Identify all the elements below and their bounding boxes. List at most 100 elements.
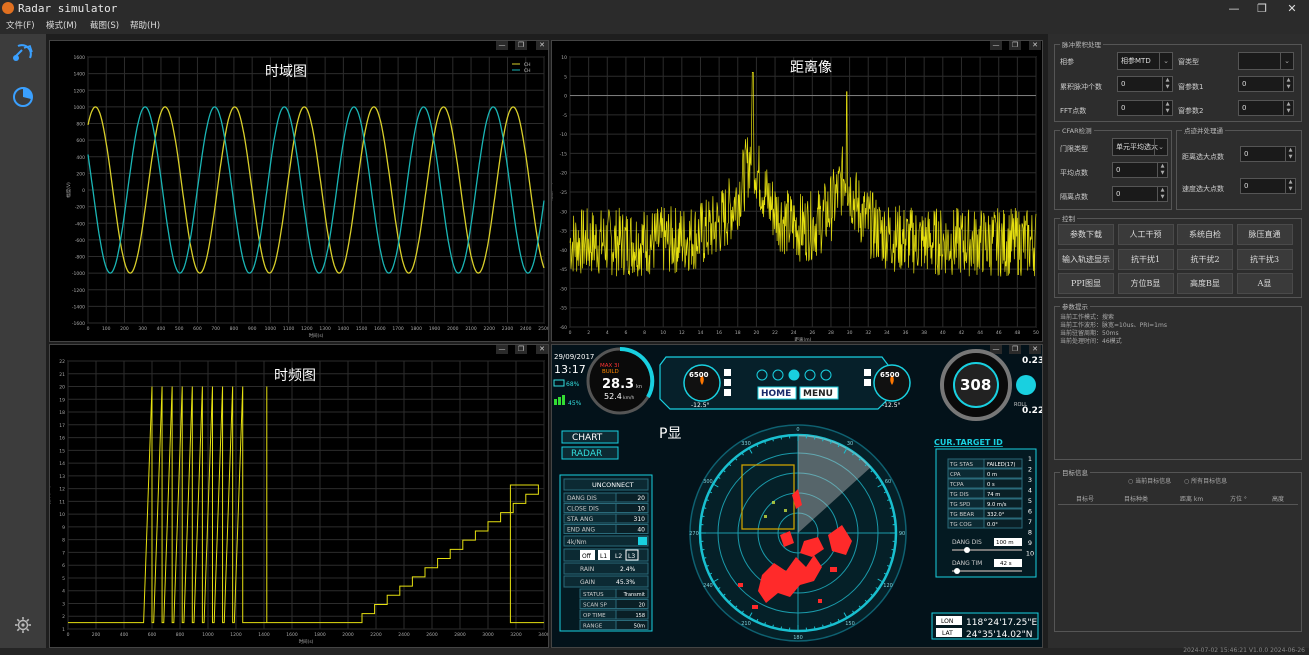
all-target-radio[interactable]: ○ 所有目标信息	[1184, 476, 1227, 485]
spin-arrows-icon[interactable]: ▲ ▼	[1283, 77, 1293, 91]
title-bar: Radar simulator — ❐ ✕	[0, 0, 1309, 18]
panel-close-button[interactable]: ✕	[1029, 41, 1041, 50]
speed-select-spinbox[interactable]: 0 ▲ ▼	[1240, 178, 1296, 194]
target-id[interactable]: 1	[1028, 455, 1032, 463]
panel-minimize-button[interactable]: —	[496, 345, 508, 354]
control-button[interactable]: 参数下载	[1058, 224, 1114, 245]
y-tick-label: -1200	[72, 288, 85, 294]
panel-close-button[interactable]: ✕	[536, 41, 548, 50]
panel-restore-button[interactable]: ❐	[515, 41, 527, 50]
control-button[interactable]: 脉压直通	[1236, 224, 1293, 245]
phase-combo[interactable]: 相参MTD ⌄	[1117, 52, 1173, 70]
control-button[interactable]: PPI图显	[1058, 273, 1114, 294]
y-tick-label: -40	[560, 248, 567, 254]
radar-scope[interactable]: 0 30 60 90 120 150 180 210 240 270 300 330	[689, 424, 907, 642]
col-bearing[interactable]: 方位 °	[1230, 494, 1247, 503]
target-key: TG BEAR	[949, 512, 974, 518]
app-logo-icon	[2, 2, 14, 14]
window-type-combo[interactable]: ⌄	[1238, 52, 1294, 70]
rain-value: 2.4%	[620, 566, 636, 573]
panel-minimize-button[interactable]: —	[990, 41, 1002, 50]
toggle-l2[interactable]: L2	[615, 553, 622, 560]
target-id[interactable]: 3	[1028, 476, 1032, 484]
col-range[interactable]: 距离 km	[1180, 494, 1203, 503]
target-id[interactable]: 5	[1028, 497, 1032, 505]
maximize-button[interactable]: ❐	[1250, 1, 1274, 16]
spin-arrows-icon[interactable]: ▲ ▼	[1285, 147, 1295, 161]
panel-restore-button[interactable]: ❐	[1009, 41, 1021, 50]
target-id[interactable]: 2	[1028, 466, 1032, 474]
compass-tick	[701, 515, 705, 517]
satellite-icon[interactable]	[10, 42, 36, 64]
gain-slider[interactable]	[563, 575, 649, 588]
control-button[interactable]: 抗干扰1	[1117, 248, 1174, 270]
status-key: STATUS	[583, 592, 604, 598]
x-axis-label: 时间(s)	[299, 638, 314, 645]
spin-arrows-icon[interactable]: ▲ ▼	[1162, 77, 1172, 91]
target-id[interactable]: 4	[1028, 487, 1032, 495]
control-button[interactable]: 人工干预	[1117, 224, 1174, 245]
target-id[interactable]: 9	[1028, 539, 1032, 547]
x-tick-label: 1400	[258, 632, 270, 638]
minimize-button[interactable]: —	[1222, 1, 1246, 16]
menu-file[interactable]: 文件(F)	[6, 19, 35, 31]
y-tick-label: 10	[59, 512, 65, 518]
boat-icon[interactable]	[788, 369, 800, 381]
control-button[interactable]: A显	[1236, 273, 1293, 294]
y-tick-label: 600	[76, 138, 85, 144]
target-id[interactable]: 7	[1028, 518, 1032, 526]
spin-arrows-icon[interactable]: ▲ ▼	[1283, 101, 1293, 115]
panel-close-button[interactable]: ✕	[536, 345, 548, 354]
menu-screenshot[interactable]: 截图(S)	[90, 19, 119, 31]
control-button[interactable]: 高度B显	[1177, 273, 1233, 294]
fft-spinbox[interactable]: 0 ▲ ▼	[1117, 100, 1173, 116]
window-param1-spinbox[interactable]: 0 ▲ ▼	[1238, 76, 1294, 92]
close-button[interactable]: ✕	[1280, 1, 1304, 16]
y-tick-label: -600	[75, 238, 85, 244]
signal-value: 45%	[568, 400, 582, 407]
x-tick-label: 12	[679, 330, 685, 336]
x-axis-label: 时间(s)	[309, 332, 324, 339]
panel-restore-button[interactable]: ❐	[515, 345, 527, 354]
x-tick-label: 42	[959, 330, 965, 336]
gear-icon[interactable]	[14, 616, 32, 634]
target-group-label: 目标信息	[1060, 467, 1090, 477]
param-value: 20	[637, 495, 645, 502]
x-tick-label: 2000	[342, 632, 354, 638]
control-button[interactable]: 系统自检	[1177, 224, 1233, 245]
rain-slider[interactable]	[563, 562, 649, 575]
guard-points-spinbox[interactable]: 0 ▲ ▼	[1112, 186, 1168, 202]
menu-help[interactable]: 帮助(H)	[130, 19, 160, 31]
panel-minimize-button[interactable]: —	[496, 41, 508, 50]
compass-tick	[891, 515, 895, 517]
range-select-spinbox[interactable]: 0 ▲ ▼	[1240, 146, 1296, 162]
col-target-id[interactable]: 目标号	[1076, 494, 1094, 503]
threshold-combo[interactable]: 单元平均选大 ⌄	[1112, 138, 1168, 156]
menu-mode[interactable]: 模式(M)	[46, 19, 77, 31]
lat-label: LAT	[942, 630, 953, 637]
spin-arrows-icon[interactable]: ▲ ▼	[1157, 163, 1167, 177]
target-id[interactable]: 8	[1028, 529, 1032, 537]
x-tick-label: 28	[828, 330, 834, 336]
accum-value: 0	[1121, 80, 1126, 88]
window-param2-spinbox[interactable]: 0 ▲ ▼	[1238, 100, 1294, 116]
spin-arrows-icon[interactable]: ▲ ▼	[1162, 101, 1172, 115]
radar-scope-icon[interactable]	[10, 86, 36, 108]
control-button[interactable]: 方位B显	[1117, 273, 1174, 294]
col-target-type[interactable]: 目标种类	[1124, 494, 1148, 503]
x-tick-label: 400	[157, 326, 166, 332]
compass-tick	[780, 626, 782, 630]
spin-arrows-icon[interactable]: ▲ ▼	[1285, 179, 1295, 193]
control-button[interactable]: 输入轨迹显示	[1058, 248, 1114, 270]
col-height[interactable]: 高度	[1272, 494, 1284, 503]
target-id[interactable]: 10	[1026, 550, 1034, 558]
x-tick-label: 8	[643, 330, 646, 336]
target-id[interactable]: 6	[1028, 508, 1032, 516]
spin-arrows-icon[interactable]: ▲ ▼	[1157, 187, 1167, 201]
control-button[interactable]: 抗干扰3	[1236, 248, 1293, 270]
avg-points-spinbox[interactable]: 0 ▲ ▼	[1112, 162, 1168, 178]
control-button[interactable]: 抗干扰2	[1177, 248, 1233, 270]
current-target-radio[interactable]: ○ 当前目标信息	[1128, 476, 1171, 485]
accum-spinbox[interactable]: 0 ▲ ▼	[1117, 76, 1173, 92]
param-key: DANG DIS	[567, 495, 597, 502]
